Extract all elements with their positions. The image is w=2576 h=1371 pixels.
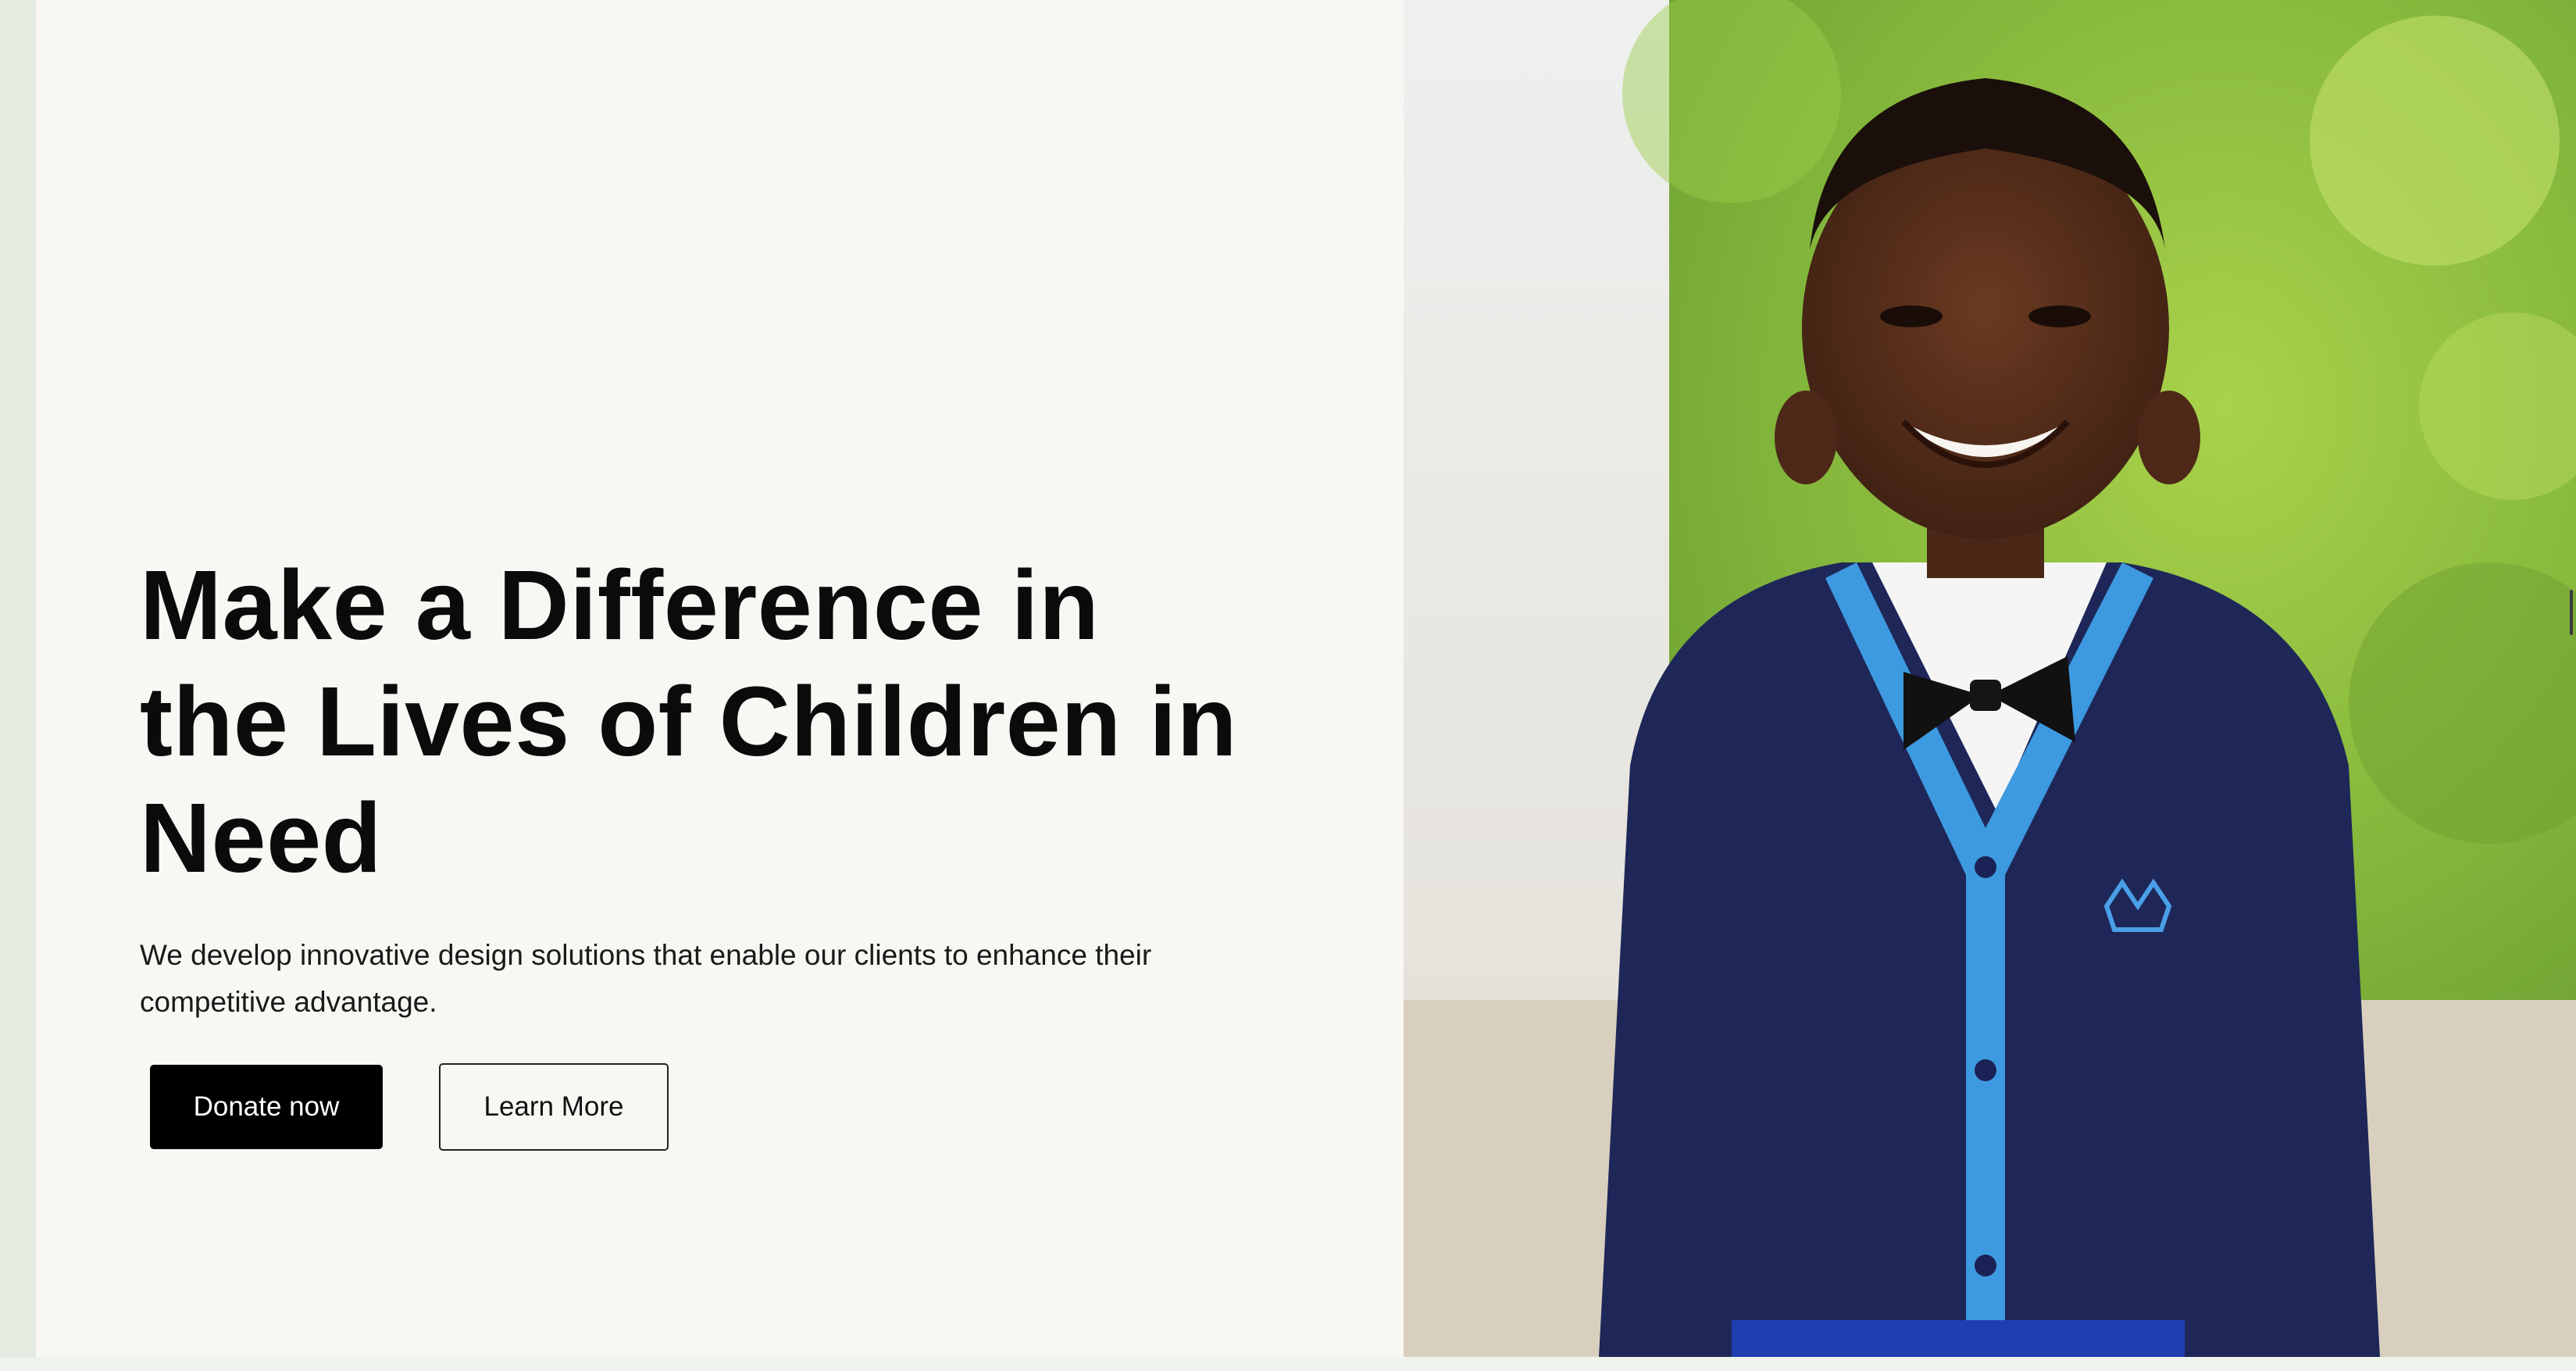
bottom-strip xyxy=(0,1357,2576,1371)
hero-headline: Make a Difference in the Lives of Childr… xyxy=(140,550,1238,893)
hero-subtext: We develop innovative design solutions t… xyxy=(140,939,1152,1018)
learn-more-button[interactable]: Learn More xyxy=(439,1063,669,1151)
hero-photo-smiling-child xyxy=(1404,0,2576,1357)
page: Make a Difference in the Lives of Childr… xyxy=(0,0,2576,1371)
left-margin-strip xyxy=(0,0,36,1371)
donate-now-button[interactable]: Donate now xyxy=(150,1065,383,1149)
scrollbar-thumb[interactable] xyxy=(2570,590,2573,635)
